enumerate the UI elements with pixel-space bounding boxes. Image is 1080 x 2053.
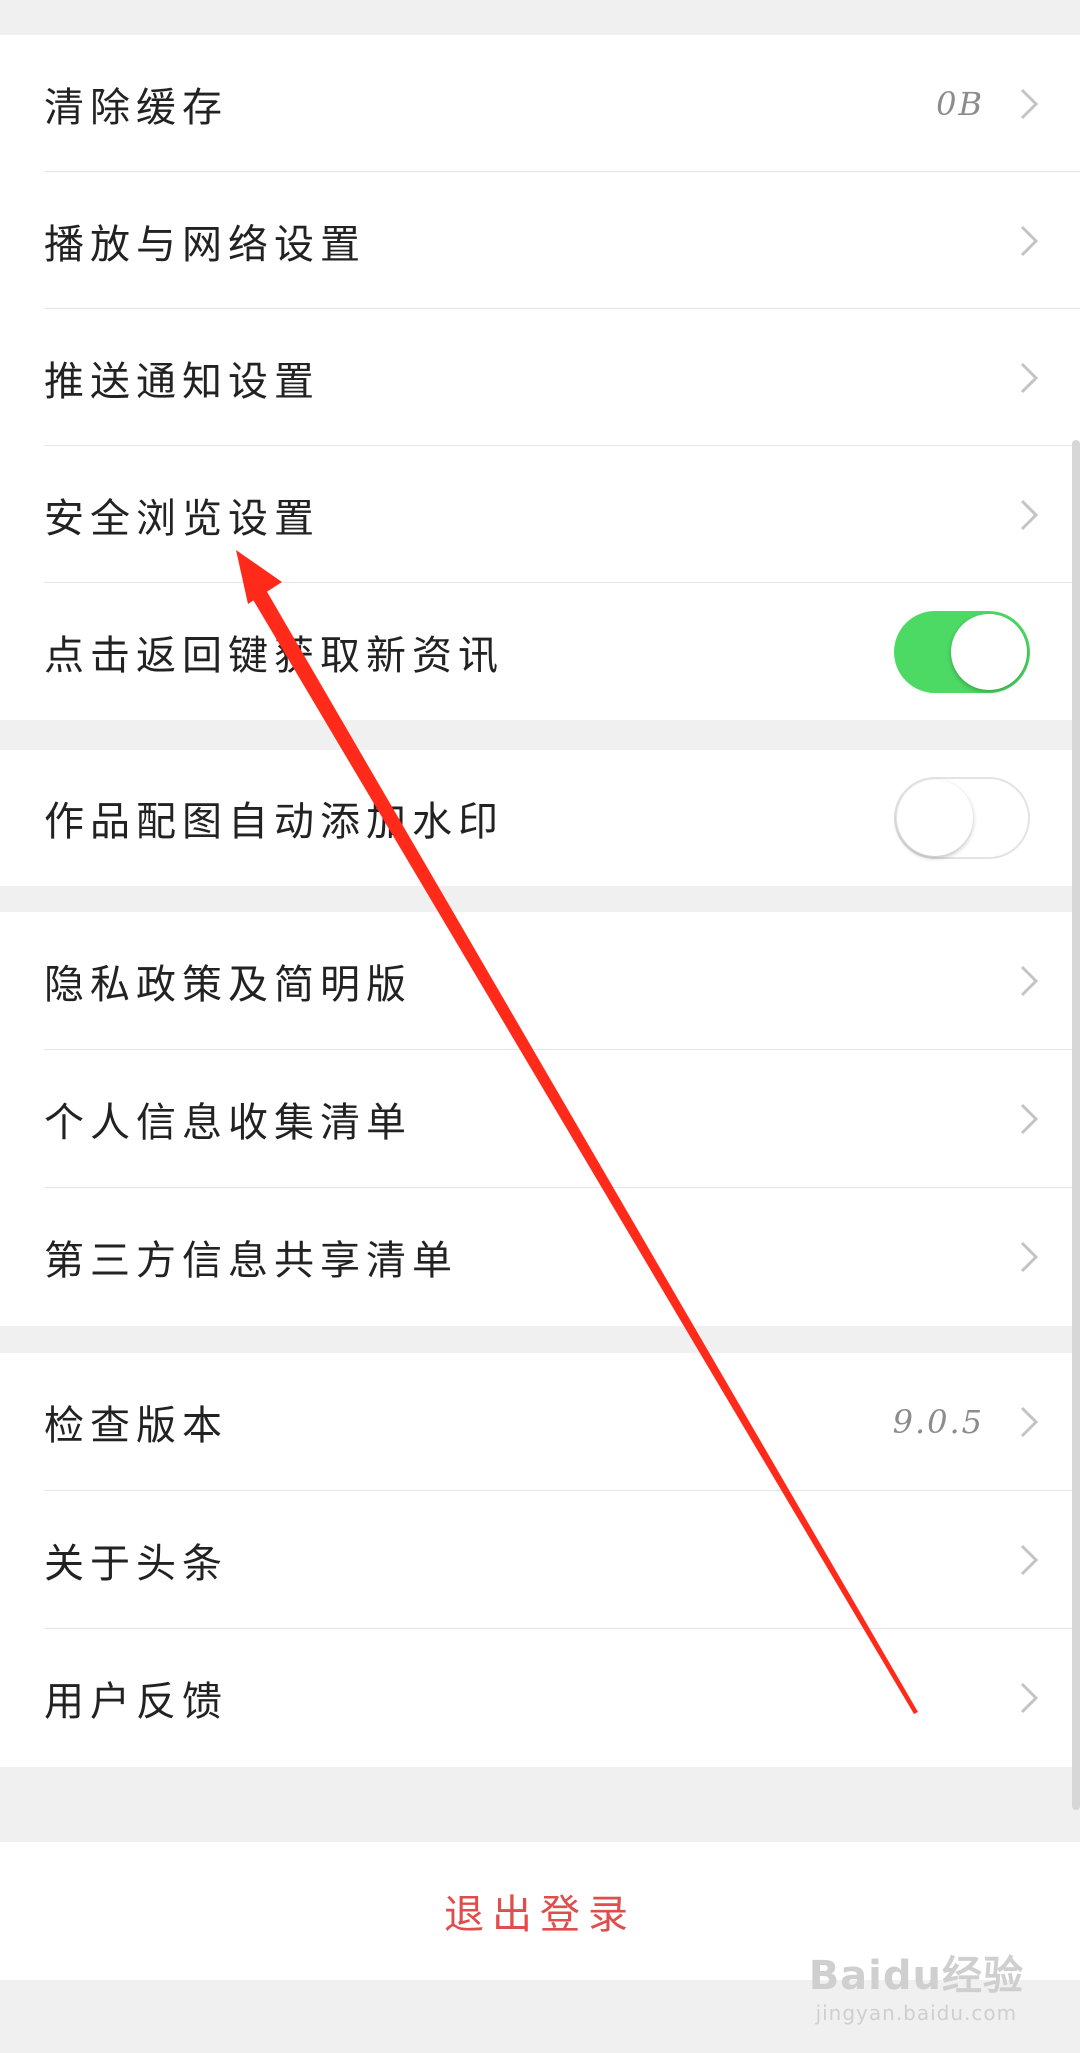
toggle-knob [951, 613, 1027, 690]
settings-row-label: 用户反馈 [44, 1679, 228, 1725]
settings-row-label: 清除缓存 [44, 84, 228, 131]
auto-watermark-toggle[interactable] [894, 777, 1030, 859]
settings-row-label: 个人信息收集清单 [44, 1100, 412, 1146]
settings-row-clear-cache[interactable]: 清除缓存 0B [0, 35, 1080, 172]
settings-row-feedback[interactable]: 用户反馈 [0, 1629, 1080, 1767]
watermark-main: Baidu经验 [808, 1953, 1024, 1999]
settings-group-about: 检查版本 9.0.5 关于头条 用户反馈 [0, 1353, 1080, 1767]
settings-row-label: 第三方信息共享清单 [44, 1238, 458, 1284]
chevron-right-icon [1020, 499, 1039, 530]
settings-row-personal-info-list[interactable]: 个人信息收集清单 [0, 1050, 1080, 1188]
logout-label: 退出登录 [444, 1892, 636, 1938]
chevron-right-icon [1020, 1406, 1039, 1438]
settings-row-about[interactable]: 关于头条 [0, 1491, 1080, 1629]
settings-row-safe-browsing[interactable]: 安全浏览设置 [0, 446, 1080, 583]
chevron-right-icon [1020, 88, 1039, 119]
toggle-knob [897, 780, 973, 856]
settings-row-check-version[interactable]: 检查版本 9.0.5 [0, 1353, 1080, 1491]
chevron-right-icon [1020, 1682, 1039, 1714]
settings-row-playback-network[interactable]: 播放与网络设置 [0, 172, 1080, 309]
chevron-right-icon [1020, 1103, 1039, 1135]
settings-row-label: 作品配图自动添加水印 [44, 799, 504, 845]
settings-row-back-key-refresh: 点击返回键获取新资讯 [0, 583, 1080, 720]
settings-page: 清除缓存 0B 播放与网络设置 推送通知设置 安全浏览设置 点击返回键获取新资讯… [0, 0, 1080, 2053]
settings-row-label: 隐私政策及简明版 [44, 962, 412, 1008]
watermark-sub: jingyan.baidu.com [815, 2001, 1018, 2025]
settings-row-label: 播放与网络设置 [44, 221, 366, 268]
chevron-right-icon [1020, 362, 1039, 393]
group-separator [0, 1326, 1080, 1353]
chevron-right-icon [1020, 965, 1039, 997]
settings-group-watermark: 作品配图自动添加水印 [0, 750, 1080, 886]
settings-row-label: 推送通知设置 [44, 358, 320, 405]
group-separator [0, 720, 1080, 750]
settings-group-privacy: 隐私政策及简明版 个人信息收集清单 第三方信息共享清单 [0, 912, 1080, 1326]
settings-row-label: 检查版本 [44, 1403, 228, 1449]
settings-row-push-notifications[interactable]: 推送通知设置 [0, 309, 1080, 446]
version-value: 9.0.5 [892, 1403, 984, 1441]
top-spacer [0, 0, 1080, 35]
settings-row-label: 点击返回键获取新资讯 [44, 632, 504, 679]
chevron-right-icon [1020, 1544, 1039, 1576]
back-key-refresh-toggle[interactable] [894, 610, 1030, 693]
settings-row-privacy-policy[interactable]: 隐私政策及简明版 [0, 912, 1080, 1050]
scrollbar[interactable] [1072, 440, 1080, 1810]
cache-size-value: 0B [936, 84, 984, 123]
baidu-watermark: Baidu经验 jingyan.baidu.com [809, 1943, 1024, 2025]
group-separator [0, 886, 1080, 912]
settings-row-third-party-sharing[interactable]: 第三方信息共享清单 [0, 1188, 1080, 1326]
chevron-right-icon [1020, 225, 1039, 256]
settings-row-label: 关于头条 [44, 1541, 228, 1587]
settings-row-label: 安全浏览设置 [44, 495, 320, 542]
settings-group-general: 清除缓存 0B 播放与网络设置 推送通知设置 安全浏览设置 点击返回键获取新资讯 [0, 35, 1080, 720]
chevron-right-icon [1020, 1241, 1039, 1273]
settings-row-auto-watermark: 作品配图自动添加水印 [0, 750, 1080, 886]
